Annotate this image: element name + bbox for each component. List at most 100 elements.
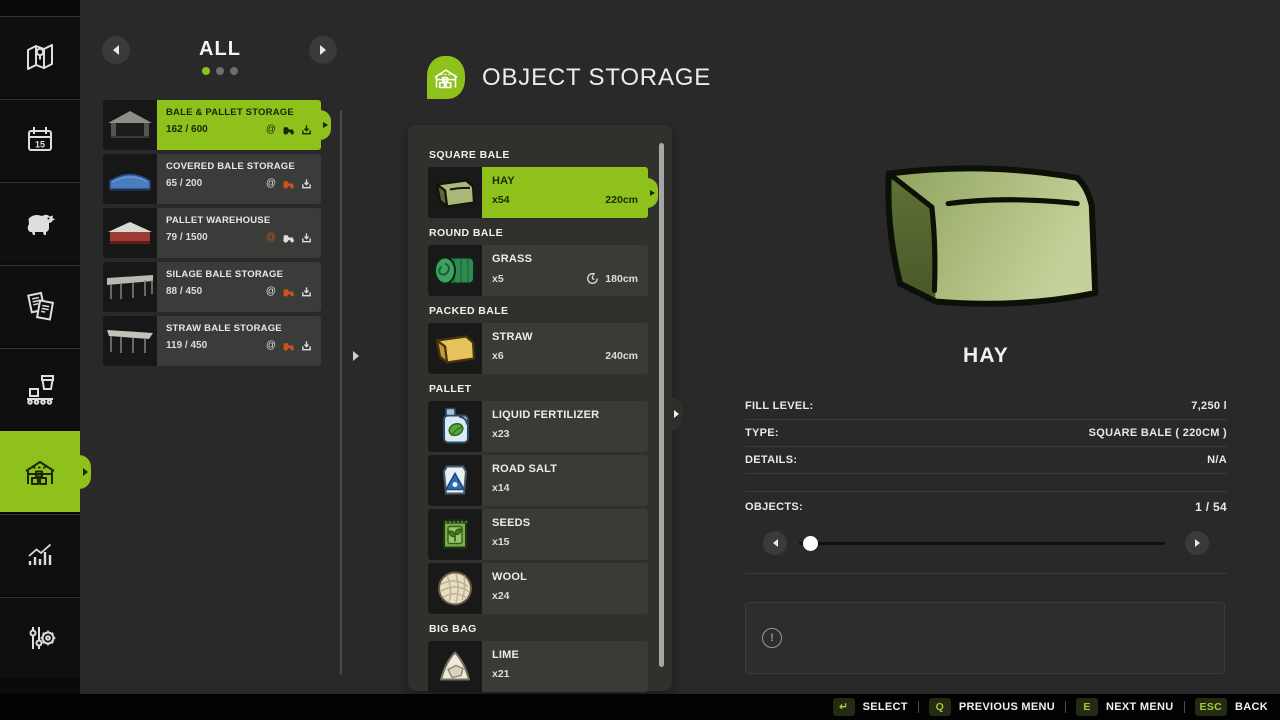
tractor-icon [282,340,295,351]
item-size: 180cm [605,273,638,285]
item-count: x54 [492,194,510,206]
storage-name: COVERED BALE STORAGE [166,161,312,172]
info-message-box: ! [745,602,1225,674]
page-dot[interactable] [230,67,238,75]
type-label: TYPE: [745,427,779,439]
item-name: STRAW [492,331,638,343]
road-salt-icon [428,455,482,506]
hint-back[interactable]: ESC BACK [1195,698,1268,716]
item-row-straw[interactable]: STRAW x6 240cm [428,323,648,374]
details-row: DETAILS: N/A [745,446,1227,474]
panel-expand-arrow[interactable] [353,351,359,361]
chevron-right-icon [674,410,679,418]
storage-list-scrollbar[interactable] [340,110,342,675]
slider-handle[interactable] [803,536,818,551]
seeds-icon [428,509,482,560]
item-count: x14 [492,482,510,494]
warehouse-icon [21,454,59,490]
chevron-right-icon [320,45,326,55]
objects-value: 1 / 54 [1195,500,1227,514]
divider [1065,701,1066,713]
object-slider [745,529,1227,557]
category-title: ALL [130,38,310,61]
item-name: LIQUID FERTILIZER [492,409,638,421]
sidebar-item-calendar[interactable]: 15 [0,99,80,180]
item-browser-scrollbar[interactable] [659,143,664,667]
storage-name: SILAGE BALE STORAGE [166,269,312,280]
storage-row-silage-bale[interactable]: SILAGE BALE STORAGE 88 / 450 @ [103,262,321,312]
hint-previous-menu[interactable]: Q PREVIOUS MENU [929,698,1055,716]
details-value: N/A [1207,454,1227,466]
documents-icon [22,288,58,324]
statistics-icon [22,537,58,573]
storage-row-bale-pallet[interactable]: BALE & PALLET STORAGE 162 / 600 @ [103,100,321,150]
item-name: ROAD SALT [492,463,638,475]
at-icon: @ [266,233,276,243]
sidebar-item-statistics[interactable] [0,514,80,595]
storage-selected-indicator [320,110,331,140]
details-label: DETAILS: [745,454,797,466]
slider-prev-button[interactable] [763,531,787,555]
item-count: x24 [492,590,510,602]
item-row-hay[interactable]: HAY x54 220cm [428,167,648,218]
category-prev-button[interactable] [102,36,130,64]
sidebar-item-animals[interactable] [0,182,80,263]
sidebar-item-map[interactable] [0,16,80,97]
fill-level-label: FILL LEVEL: [745,400,813,412]
sidebar-item-storage[interactable] [0,431,80,512]
item-row-lime[interactable]: LIME x21 [428,641,648,692]
wool-icon [428,563,482,614]
item-row-seeds[interactable]: SEEDS x15 [428,509,648,560]
item-row-grass[interactable]: GRASS x5 180cm [428,245,648,296]
item-row-liquid-fertilizer[interactable]: LIQUID FERTILIZER x23 [428,401,648,452]
item-preview-image [855,146,1117,318]
cow-icon [22,205,58,241]
item-row-road-salt[interactable]: ROAD SALT x14 [428,455,648,506]
separator [745,573,1227,574]
storage-row-straw-bale[interactable]: STRAW BALE STORAGE 119 / 450 @ [103,316,321,366]
item-count: x5 [492,273,504,285]
nav-sidebar: 15 [0,0,80,694]
category-next-button[interactable] [309,36,337,64]
sidebar-item-contracts[interactable] [0,265,80,346]
at-icon: @ [266,287,276,297]
separator [745,491,1227,492]
warehouse-pin-icon [427,56,465,99]
storage-row-pallet-warehouse[interactable]: PALLET WAREHOUSE 79 / 1500 @ [103,208,321,258]
hint-label: PREVIOUS MENU [959,701,1055,713]
page-dot[interactable] [202,67,210,75]
chevron-right-icon [1195,539,1200,547]
item-count: x6 [492,350,504,362]
sidebar-item-settings[interactable] [0,597,80,678]
hint-label: SELECT [863,701,908,713]
section-label: PACKED BALE [429,305,648,317]
chevron-left-icon [773,539,778,547]
item-size: 220cm [605,194,638,206]
e-key: E [1076,698,1098,716]
map-icon [22,39,58,75]
slider-track[interactable] [799,542,1165,545]
hint-select[interactable]: ↵ SELECT [833,698,908,716]
unload-icon [301,340,312,351]
calendar-icon: 15 [22,122,58,158]
info-circle-icon: ! [762,628,782,648]
item-name: SEEDS [492,517,638,529]
storage-count: 65 / 200 [166,178,202,189]
unload-icon [301,232,312,243]
sidebar-item-production[interactable] [0,348,80,429]
item-size: 240cm [605,350,638,362]
item-selected-indicator [647,178,658,208]
storage-row-covered-bale[interactable]: COVERED BALE STORAGE 65 / 200 @ [103,154,321,204]
tractor-icon [282,178,295,189]
at-icon: @ [266,125,276,135]
detail-expand-arrow[interactable] [670,397,683,431]
hint-next-menu[interactable]: E NEXT MENU [1076,698,1173,716]
item-name: LIME [492,649,638,661]
objects-row: OBJECTS: 1 / 54 [745,500,1227,514]
storage-thumbnail [103,316,157,366]
item-row-wool[interactable]: WOOL x24 [428,563,648,614]
chevron-right-icon [353,351,359,361]
tractor-icon [282,286,295,297]
slider-next-button[interactable] [1185,531,1209,555]
page-dot[interactable] [216,67,224,75]
